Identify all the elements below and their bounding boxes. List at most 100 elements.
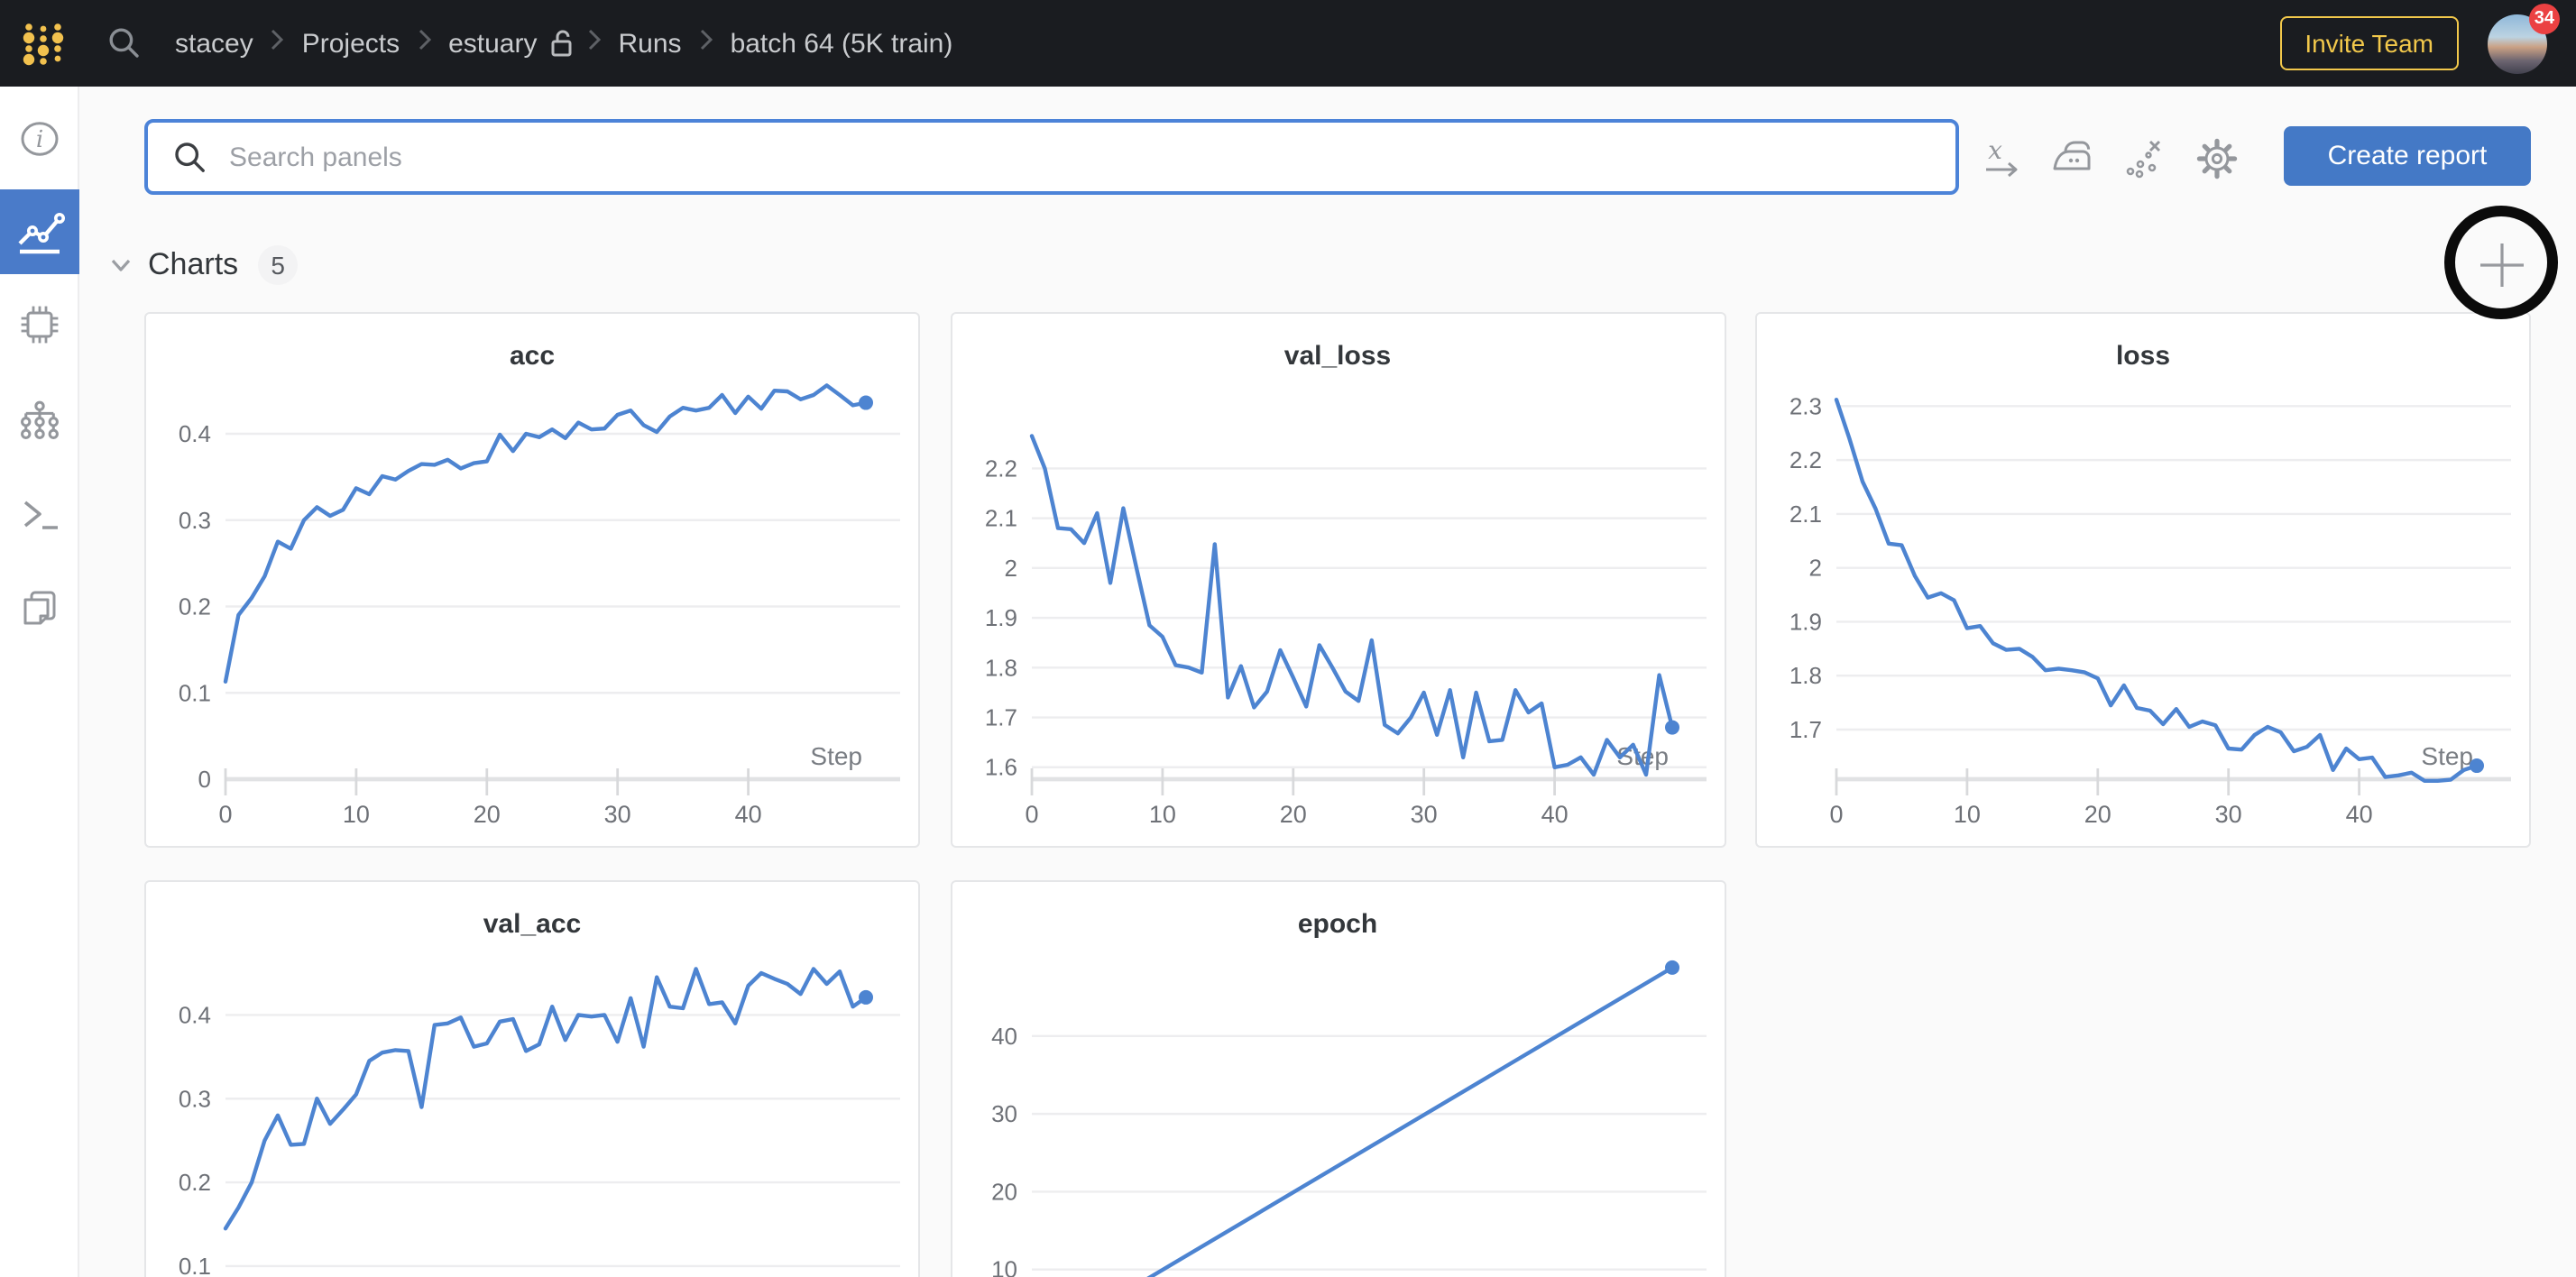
svg-text:30: 30 [1410, 801, 1437, 828]
top-header: stacey Projects estuary Runs batch 64 (5K tr… [0, 0, 2576, 87]
charts-section-header: Charts 5 [108, 245, 298, 285]
svg-text:40: 40 [990, 1022, 1017, 1049]
svg-text:0.3: 0.3 [179, 507, 211, 534]
svg-text:20: 20 [1279, 801, 1306, 828]
svg-text:1.7: 1.7 [984, 704, 1017, 731]
sidebar-item-files[interactable] [0, 568, 79, 648]
svg-text:0: 0 [1829, 801, 1843, 828]
svg-text:20: 20 [2084, 801, 2111, 828]
chart-title-acc: acc [146, 341, 918, 372]
chart-svg-loss: 1.71.81.922.12.22.3010203040Step [1757, 314, 2533, 850]
svg-text:10: 10 [1954, 801, 1981, 828]
model-graph-icon [18, 399, 61, 442]
chart-panel-val_loss[interactable]: 1.61.71.81.922.12.2010203040Stepval_loss [950, 312, 1725, 848]
svg-text:2.1: 2.1 [984, 505, 1017, 532]
svg-text:2.2: 2.2 [984, 455, 1017, 482]
sidebar-item-overview[interactable]: i [0, 99, 79, 179]
svg-text:40: 40 [2346, 801, 2373, 828]
svg-text:40: 40 [735, 801, 762, 828]
search-panels-input[interactable] [225, 123, 1955, 191]
chart-svg-epoch: 10203040010203040Step [952, 881, 1727, 1277]
svg-text:2.1: 2.1 [1789, 501, 1822, 528]
svg-text:10: 10 [1148, 801, 1175, 828]
breadcrumb-separator-icon [416, 27, 432, 60]
chart-title-val_acc: val_acc [146, 908, 918, 939]
plus-icon [2477, 240, 2527, 290]
left-sidebar: i [0, 87, 79, 1277]
terminal-icon [18, 492, 61, 536]
svg-text:30: 30 [604, 801, 631, 828]
svg-text:0: 0 [1024, 801, 1037, 828]
charts-section-label: Charts [148, 247, 238, 283]
svg-text:2.3: 2.3 [1789, 392, 1822, 419]
svg-text:30: 30 [990, 1099, 1017, 1126]
files-icon [18, 586, 61, 629]
svg-text:0.1: 0.1 [179, 679, 211, 706]
svg-text:x: x [1988, 135, 2002, 165]
svg-text:1.9: 1.9 [984, 604, 1017, 631]
line-chart-icon [13, 205, 67, 259]
invite-team-button[interactable]: Invite Team [2279, 16, 2459, 70]
breadcrumb-item[interactable]: Projects [295, 28, 407, 59]
svg-text:10: 10 [990, 1255, 1017, 1277]
svg-text:40: 40 [1541, 801, 1568, 828]
chart-svg-val_acc: 0.10.20.30.4010203040Step [146, 881, 922, 1277]
x-axis-settings-button[interactable]: x [1975, 132, 2029, 186]
add-panel-button[interactable] [2477, 240, 2527, 290]
chart-title-loss: loss [1757, 341, 2529, 372]
breadcrumb-item[interactable]: estuary [441, 28, 544, 59]
svg-text:i: i [36, 126, 43, 153]
svg-text:0: 0 [218, 801, 232, 828]
info-icon: i [18, 117, 61, 161]
workspace-page: stacey Projects estuary Runs batch 64 (5K tr… [0, 0, 2576, 1277]
breadcrumb: stacey Projects estuary Runs batch 64 (5K tr… [168, 27, 960, 60]
svg-text:30: 30 [2215, 801, 2242, 828]
svg-text:1.8: 1.8 [1789, 662, 1822, 689]
svg-text:10: 10 [343, 801, 370, 828]
svg-text:0.1: 0.1 [179, 1252, 211, 1277]
x-axis-icon: x [1979, 135, 2026, 182]
svg-text:Step: Step [2421, 742, 2473, 770]
chevron-down-icon [108, 253, 133, 278]
svg-text:2: 2 [1809, 555, 1822, 582]
chart-panel-loss[interactable]: 1.71.81.922.12.22.3010203040Steploss [1755, 312, 2531, 848]
breadcrumb-separator-icon [586, 27, 603, 60]
chart-panel-acc[interactable]: 00.10.20.30.4010203040Stepacc [144, 312, 920, 848]
svg-text:20: 20 [990, 1177, 1017, 1204]
header-search-icon[interactable] [106, 25, 143, 61]
svg-text:0.4: 0.4 [179, 1000, 211, 1027]
wandb-logo-icon[interactable] [20, 20, 67, 67]
svg-text:1.9: 1.9 [1789, 608, 1822, 635]
create-report-button[interactable]: Create report [2284, 126, 2531, 186]
breadcrumb-separator-icon [270, 27, 286, 60]
breadcrumb-item[interactable]: stacey [168, 28, 261, 59]
settings-gear-icon [2194, 135, 2240, 182]
svg-text:0: 0 [198, 766, 211, 793]
chart-svg-val_loss: 1.61.71.81.922.12.2010203040Step [952, 314, 1727, 850]
chart-svg-acc: 00.10.20.30.4010203040Step [146, 314, 922, 850]
collapse-charts-button[interactable] [108, 253, 133, 278]
panel-settings-button[interactable] [2190, 132, 2244, 186]
chart-panel-val_acc[interactable]: 0.10.20.30.4010203040Stepval_acc [144, 879, 920, 1277]
svg-text:Step: Step [810, 742, 862, 770]
breadcrumb-item[interactable]: Runs [612, 28, 689, 59]
smoothing-iron-icon [2049, 135, 2096, 182]
unlocked-icon [550, 29, 577, 58]
sidebar-item-model[interactable] [0, 381, 79, 460]
svg-text:2.2: 2.2 [1789, 446, 1822, 473]
outliers-button[interactable] [2118, 132, 2172, 186]
sidebar-item-logs[interactable] [0, 474, 79, 554]
sidebar-item-charts[interactable] [0, 189, 79, 274]
svg-text:1.8: 1.8 [984, 654, 1017, 681]
svg-text:20: 20 [474, 801, 501, 828]
system-chip-icon [16, 301, 63, 348]
svg-text:0.4: 0.4 [179, 420, 211, 447]
chart-panel-epoch[interactable]: 10203040010203040Stepepoch [950, 879, 1725, 1277]
svg-text:2: 2 [1004, 555, 1017, 582]
sidebar-item-system[interactable] [0, 285, 79, 364]
svg-text:0.3: 0.3 [179, 1084, 211, 1111]
breadcrumb-item[interactable]: batch 64 (5K train) [723, 28, 961, 59]
charts-count-badge: 5 [258, 245, 298, 285]
svg-text:0.2: 0.2 [179, 1168, 211, 1195]
smoothing-button[interactable] [2046, 132, 2100, 186]
